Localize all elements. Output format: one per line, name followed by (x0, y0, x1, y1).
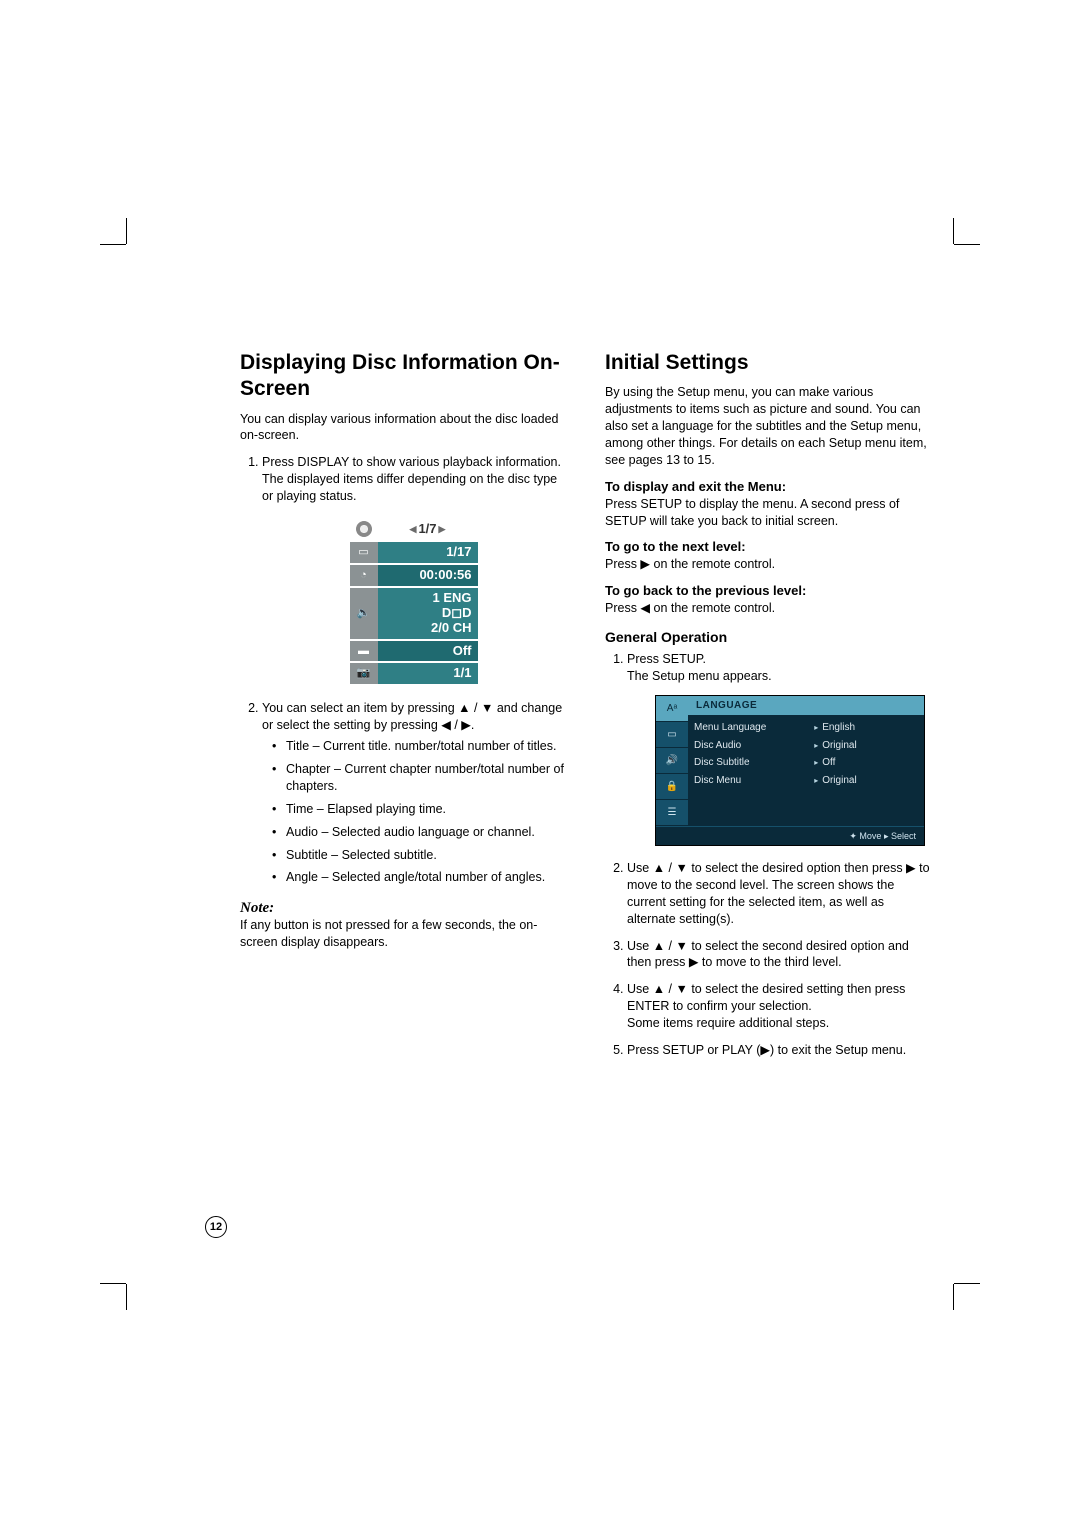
list-item: Time – Elapsed playing time. (276, 801, 565, 818)
body-text: Press ▶ on the remote control. (605, 556, 930, 573)
footer-move-label: Move (849, 831, 881, 841)
subheading: To go to the next level: (605, 539, 930, 554)
tab-display-icon: ▭ (656, 722, 688, 748)
setup-main: LANGUAGE Menu Language Disc Audio Disc S… (688, 696, 924, 826)
bullet-list: Title – Current title. number/total numb… (262, 738, 565, 886)
setup-tabs: Aᵃ ▭ 🔊 🔒 ☰ (656, 696, 688, 826)
setup-item-label: Disc Audio (694, 737, 808, 755)
intro-text: By using the Setup menu, you can make va… (605, 384, 930, 468)
osd-angle-value: 1/1 (378, 663, 478, 684)
setup-menu-title: LANGUAGE (688, 696, 924, 716)
osd-value-text: 1/7 (418, 522, 436, 537)
list-item: Press SETUP or PLAY (▶) to exit the Setu… (627, 1042, 930, 1059)
note-heading: Note: (240, 900, 565, 917)
list-item: Audio – Selected audio language or chann… (276, 824, 565, 841)
osd-row-chapter: ▭ 1/17 (350, 542, 478, 563)
osd-time-value: 00:00:56 (378, 565, 478, 586)
left-column: Displaying Disc Information On-Screen Yo… (240, 350, 565, 1069)
crop-mark (953, 1284, 954, 1310)
subtitle-icon: ▬ (350, 641, 378, 662)
camera-icon: 📷 (350, 663, 378, 684)
subheading-general-operation: General Operation (605, 629, 930, 645)
step-text: Use ▲ / ▼ to select the desired setting … (627, 982, 905, 1013)
setup-footer: Move Select (656, 826, 924, 845)
list-item: Press SETUP. The Setup menu appears. Aᵃ … (627, 651, 930, 846)
list-item: Chapter – Current chapter number/total n… (276, 761, 565, 795)
setup-item-value: English (814, 719, 918, 737)
right-steps: Press SETUP. The Setup menu appears. Aᵃ … (605, 651, 930, 1059)
right-arrow-icon: ▶ (439, 524, 446, 534)
list-item: Title – Current title. number/total numb… (276, 738, 565, 755)
page-number-badge: 12 (205, 1216, 227, 1238)
setup-item-label: Menu Language (694, 719, 808, 737)
osd-chapter-value: 1/17 (378, 542, 478, 563)
heading-displaying-disc-info: Displaying Disc Information On-Screen (240, 350, 565, 403)
tab-others-icon: ☰ (656, 800, 688, 826)
chapter-icon: ▭ (350, 542, 378, 563)
crop-mark (954, 1283, 980, 1284)
osd-row-subtitle: ▬ Off (350, 641, 478, 662)
subheading: To display and exit the Menu: (605, 479, 930, 494)
step-text: Press DISPLAY to show various playback i… (262, 455, 561, 469)
step-text: Press SETUP. (627, 652, 706, 666)
osd-row-time: ◔ 00:00:56 (350, 565, 478, 586)
setup-item-value: Off (814, 754, 918, 772)
disc-icon (350, 519, 378, 540)
left-steps: Press DISPLAY to show various playback i… (240, 454, 565, 886)
tab-lock-icon: 🔒 (656, 774, 688, 800)
left-arrow-icon: ◀ (410, 524, 417, 534)
crop-mark (953, 218, 954, 244)
step-text: Some items require additional steps. (627, 1016, 829, 1030)
list-item: Use ▲ / ▼ to select the desired setting … (627, 981, 930, 1032)
footer-select-label: Select (884, 831, 916, 841)
setup-menu-figure: Aᵃ ▭ 🔊 🔒 ☰ LANGUAGE Menu Languag (655, 695, 925, 846)
speaker-icon: 🔈 (350, 588, 378, 639)
osd-audio-value: 1 ENG D◻D 2/0 CH (378, 588, 478, 639)
setup-top: Aᵃ ▭ 🔊 🔒 ☰ LANGUAGE Menu Languag (656, 696, 924, 826)
heading-initial-settings: Initial Settings (605, 350, 930, 376)
crop-mark (126, 218, 127, 244)
crop-mark (100, 244, 126, 245)
content-area: Displaying Disc Information On-Screen Yo… (240, 350, 930, 1069)
osd-subtitle-value: Off (378, 641, 478, 662)
osd-row-angle: 📷 1/1 (350, 663, 478, 684)
osd-title-value: ◀ 1/7 ▶ (378, 519, 478, 540)
osd-value-text: D◻D (442, 606, 472, 621)
intro-text: You can display various information abou… (240, 411, 565, 445)
setup-item-label: Disc Menu (694, 772, 808, 790)
tab-language-icon: Aᵃ (656, 696, 688, 722)
tab-audio-icon: 🔊 (656, 748, 688, 774)
crop-mark (126, 1284, 127, 1310)
crop-mark (954, 244, 980, 245)
setup-item-label: Disc Subtitle (694, 754, 808, 772)
osd-row-title: ◀ 1/7 ▶ (350, 519, 478, 540)
osd-row-audio: 🔈 1 ENG D◻D 2/0 CH (350, 588, 478, 639)
list-item: Angle – Selected angle/total number of a… (276, 869, 565, 886)
step-text: The displayed items differ depending on … (262, 472, 557, 503)
list-item: Subtitle – Selected subtitle. (276, 847, 565, 864)
subheading: To go back to the previous level: (605, 583, 930, 598)
list-item: You can select an item by pressing ▲ / ▼… (262, 700, 565, 886)
setup-body: Menu Language Disc Audio Disc Subtitle D… (688, 715, 924, 825)
osd-value-text: 1 ENG (432, 591, 471, 606)
body-text: Press SETUP to display the menu. A secon… (605, 496, 930, 530)
list-item: Use ▲ / ▼ to select the desired option t… (627, 860, 930, 928)
setup-item-value: Original (814, 772, 918, 790)
manual-page: Displaying Disc Information On-Screen Yo… (0, 0, 1080, 1528)
step-text: You can select an item by pressing ▲ / ▼… (262, 701, 562, 732)
setup-values-col: English Original Off Original (814, 719, 918, 817)
list-item: Press DISPLAY to show various playback i… (262, 454, 565, 684)
list-item: Use ▲ / ▼ to select the second desired o… (627, 938, 930, 972)
step-text: The Setup menu appears. (627, 669, 772, 683)
clock-icon: ◔ (350, 565, 378, 586)
osd-value-text: 2/0 CH (431, 621, 471, 636)
body-text: Press ◀ on the remote control. (605, 600, 930, 617)
note-body: If any button is not pressed for a few s… (240, 917, 565, 951)
setup-item-value: Original (814, 737, 918, 755)
crop-mark (100, 1283, 126, 1284)
osd-figure: ◀ 1/7 ▶ ▭ 1/17 ◔ 00:00:56 (350, 519, 478, 685)
setup-labels-col: Menu Language Disc Audio Disc Subtitle D… (694, 719, 808, 817)
right-column: Initial Settings By using the Setup menu… (605, 350, 930, 1069)
